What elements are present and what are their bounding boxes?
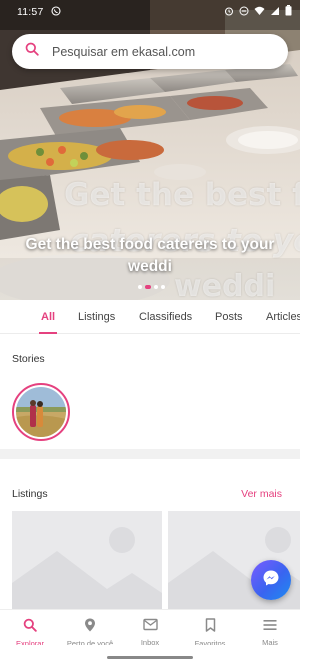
hero-overlay-line: Get the best fo <box>64 177 300 213</box>
menu-icon <box>263 618 277 636</box>
tab-all[interactable]: All <box>38 300 58 334</box>
bottom-navigation: Explorar Perto de você Inbox Favoritos M… <box>0 609 300 648</box>
carousel-dot[interactable] <box>161 285 165 289</box>
story-avatar[interactable] <box>12 383 70 441</box>
status-bar: 11:57 <box>0 0 300 24</box>
search-bar[interactable] <box>12 34 288 69</box>
gesture-area <box>0 645 300 667</box>
see-more-link[interactable]: Ver mais <box>241 488 282 500</box>
home-gesture-bar[interactable] <box>107 656 193 659</box>
alarm-icon <box>224 6 234 19</box>
nav-explore[interactable]: Explorar <box>0 610 60 648</box>
nav-favorites[interactable]: Favoritos <box>180 610 240 648</box>
app-screen: Get the best fo caterers to yo weddi Get… <box>0 0 300 667</box>
carousel-dot[interactable] <box>138 285 142 289</box>
search-input[interactable] <box>52 44 272 59</box>
wifi-icon <box>254 6 265 19</box>
mail-icon <box>142 618 158 636</box>
section-divider <box>0 449 300 459</box>
status-time: 11:57 <box>17 6 44 18</box>
messenger-button[interactable] <box>251 560 291 600</box>
battery-icon <box>285 5 292 19</box>
carousel-dot-active[interactable] <box>145 285 151 289</box>
hero-title: Get the best food caterers to your weddi <box>25 236 275 275</box>
search-icon <box>23 618 37 637</box>
location-pin-icon <box>84 618 96 637</box>
story-thumbnail <box>16 387 66 437</box>
signal-icon <box>270 6 280 19</box>
nav-inbox[interactable]: Inbox <box>120 610 180 647</box>
nav-more[interactable]: Mais <box>240 610 300 647</box>
stories-title: Stories <box>12 353 45 365</box>
whatsapp-icon <box>50 5 61 19</box>
listings-title: Listings <box>12 488 48 500</box>
carousel-indicator <box>138 285 165 289</box>
dnd-icon <box>239 6 249 19</box>
nav-nearby[interactable]: Perto de você <box>60 610 120 648</box>
listing-card[interactable] <box>12 511 162 621</box>
image-placeholder-icon <box>12 527 162 621</box>
tab-bar: All Listings Classifieds Posts Articles <box>0 300 300 334</box>
tab-articles[interactable]: Articles <box>266 300 300 334</box>
tab-listings[interactable]: Listings <box>78 300 115 334</box>
tab-posts[interactable]: Posts <box>215 300 243 334</box>
tab-classifieds[interactable]: Classifieds <box>139 300 192 334</box>
carousel-dot[interactable] <box>154 285 158 289</box>
messenger-icon <box>262 569 280 592</box>
bookmark-icon <box>205 618 216 637</box>
search-icon <box>25 42 39 61</box>
stories-section: Stories <box>0 335 300 449</box>
